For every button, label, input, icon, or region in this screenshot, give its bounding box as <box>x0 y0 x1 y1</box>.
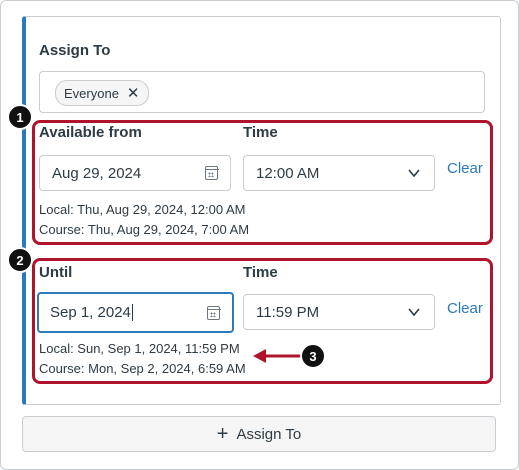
available-from-time-label: Time <box>243 124 278 141</box>
available-from-date-value: Aug 29, 2024 <box>52 164 142 182</box>
text-cursor <box>131 304 133 321</box>
until-course-note: Course: Mon, Sep 2, 2024, 6:59 AM <box>39 361 246 376</box>
callout-badge-3: 3 <box>300 343 326 369</box>
available-from-course-note: Course: Thu, Aug 29, 2024, 7:00 AM <box>39 222 250 237</box>
plus-icon: + <box>216 423 229 445</box>
until-time-select[interactable]: 11:59 PM <box>243 294 435 330</box>
until-label: Until <box>39 264 73 281</box>
assignee-chip[interactable]: Everyone ✕ <box>55 80 149 106</box>
assign-to-label: Assign To <box>39 42 111 59</box>
close-icon[interactable]: ✕ <box>127 86 140 101</box>
chevron-down-icon[interactable] <box>408 307 420 317</box>
callout-arrow-icon <box>253 349 301 363</box>
chevron-down-icon[interactable] <box>408 168 420 178</box>
until-time-value: 11:59 PM <box>256 303 320 321</box>
calendar-icon[interactable] <box>206 306 221 320</box>
until-clear-link[interactable]: Clear <box>447 300 483 317</box>
assign-to-input[interactable]: Everyone ✕ <box>39 71 485 113</box>
assignee-chip-label: Everyone <box>64 85 119 101</box>
add-assign-to-label: Assign To <box>236 425 302 443</box>
until-time-label: Time <box>243 264 278 281</box>
callout-badge-2: 2 <box>7 247 33 273</box>
available-from-time-value: 12:00 AM <box>256 164 320 182</box>
until-local-note: Local: Sun, Sep 1, 2024, 11:59 PM <box>39 341 240 356</box>
available-from-date-input[interactable]: Aug 29, 2024 <box>39 155 231 191</box>
available-from-local-note: Local: Thu, Aug 29, 2024, 12:00 AM <box>39 202 246 217</box>
available-from-time-select[interactable]: 12:00 AM <box>243 155 435 191</box>
until-date-value: Sep 1, 2024 <box>50 304 131 321</box>
calendar-icon[interactable] <box>204 166 219 180</box>
until-date-input[interactable]: Sep 1, 2024 <box>37 292 234 333</box>
available-from-clear-link[interactable]: Clear <box>447 160 483 177</box>
available-from-label: Available from <box>39 124 142 141</box>
add-assign-to-button[interactable]: + Assign To <box>22 416 496 452</box>
callout-badge-1: 1 <box>7 104 33 130</box>
